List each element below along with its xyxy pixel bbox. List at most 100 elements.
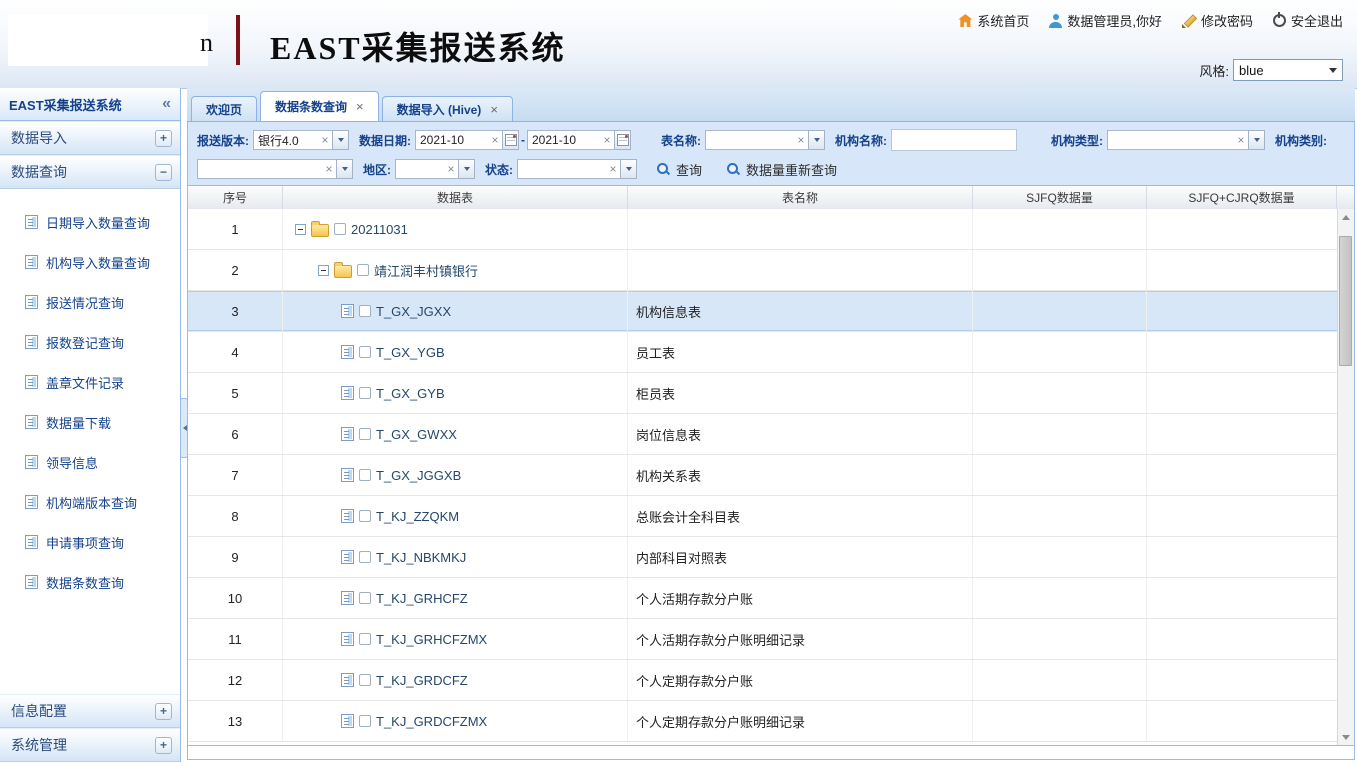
tab-welcome[interactable]: 欢迎页 xyxy=(191,96,257,121)
sidebar-item[interactable]: 机构导入数量查询 xyxy=(0,242,180,282)
sjfq-cell xyxy=(973,660,1147,700)
table-row[interactable]: 5T_GX_GYB柜员表 xyxy=(188,373,1337,414)
style-select-value: blue xyxy=(1239,63,1264,78)
clear-icon[interactable]: × xyxy=(318,134,332,146)
scroll-down-button[interactable] xyxy=(1338,729,1354,745)
collapse-node-icon[interactable] xyxy=(295,224,306,235)
expand-tool-icon[interactable]: + xyxy=(155,737,172,754)
org-category-combo[interactable]: × xyxy=(197,159,353,179)
clear-icon[interactable]: × xyxy=(488,134,502,146)
scroll-up-button[interactable] xyxy=(1338,209,1354,225)
calendar-trigger-icon[interactable] xyxy=(502,130,519,150)
clear-icon[interactable]: × xyxy=(600,134,614,146)
sidebar-item[interactable]: 盖章文件记录 xyxy=(0,362,180,402)
requery-data-volume-button[interactable]: 数据量重新查询 xyxy=(721,158,842,181)
table-row[interactable]: 9T_KJ_NBKMKJ内部科目对照表 xyxy=(188,537,1337,578)
table-row[interactable]: 7T_GX_JGGXB机构关系表 xyxy=(188,455,1337,496)
checkbox[interactable] xyxy=(359,469,371,481)
clear-icon[interactable]: × xyxy=(794,134,808,146)
date-from-field[interactable]: 2021-10 × xyxy=(415,130,519,150)
checkbox[interactable] xyxy=(359,633,371,645)
checkbox[interactable] xyxy=(359,305,371,317)
node-label: T_GX_JGGXB xyxy=(376,468,461,483)
date-to-field[interactable]: 2021-10 × xyxy=(527,130,631,150)
table-name-label: 表名称: xyxy=(661,132,701,149)
checkbox[interactable] xyxy=(359,674,371,686)
dropdown-trigger-icon[interactable] xyxy=(336,159,353,179)
expand-tool-icon[interactable]: + xyxy=(155,703,172,720)
report-version-combo[interactable]: 银行4.0 × xyxy=(253,130,349,150)
collapse-tool-icon[interactable]: − xyxy=(155,164,172,181)
sidebar-item[interactable]: 数据量下载 xyxy=(0,402,180,442)
checkbox[interactable] xyxy=(359,428,371,440)
sidebar-item[interactable]: 数据条数查询 xyxy=(0,562,180,602)
checkbox[interactable] xyxy=(357,264,369,276)
table-row[interactable]: 8T_KJ_ZZQKM总账会计全科目表 xyxy=(188,496,1337,537)
sidebar-section-system-admin[interactable]: 系统管理+ xyxy=(0,728,180,762)
clear-icon[interactable]: × xyxy=(606,163,620,175)
checkbox[interactable] xyxy=(359,715,371,727)
org-type-combo[interactable]: × xyxy=(1107,130,1265,150)
tree-node: T_GX_YGB xyxy=(283,345,445,360)
clear-icon[interactable]: × xyxy=(1234,134,1248,146)
org-name-input[interactable] xyxy=(891,129,1017,151)
table-row[interactable]: 13T_KJ_GRDCFZMX个人定期存款分户账明细记录 xyxy=(188,701,1337,742)
sidebar-item[interactable]: 报送情况查询 xyxy=(0,282,180,322)
clear-icon[interactable]: × xyxy=(322,163,336,175)
checkbox[interactable] xyxy=(359,592,371,604)
column-header-table[interactable]: 数据表 xyxy=(283,186,628,209)
sidebar-section-info-config[interactable]: 信息配置+ xyxy=(0,694,180,728)
dropdown-trigger-icon[interactable] xyxy=(620,159,637,179)
dropdown-trigger-icon[interactable] xyxy=(332,130,349,150)
table-row[interactable]: 3T_GX_JGXX机构信息表 xyxy=(188,291,1337,332)
table-row[interactable]: 6T_GX_GWXX岗位信息表 xyxy=(188,414,1337,455)
checkbox[interactable] xyxy=(334,223,346,235)
checkbox[interactable] xyxy=(359,387,371,399)
query-button[interactable]: 查询 xyxy=(651,158,707,181)
org-name-label: 机构名称: xyxy=(835,132,887,149)
status-combo[interactable]: × xyxy=(517,159,637,179)
column-header-name[interactable]: 表名称 xyxy=(628,186,973,209)
table-row[interactable]: 4T_GX_YGB员工表 xyxy=(188,332,1337,373)
table-row[interactable]: 12T_KJ_GRDCFZ个人定期存款分户账 xyxy=(188,660,1337,701)
sidebar-collapse-icon[interactable]: « xyxy=(162,96,171,112)
checkbox[interactable] xyxy=(359,510,371,522)
tab-data-count-query[interactable]: 数据条数查询× xyxy=(260,91,379,121)
close-icon[interactable]: × xyxy=(356,100,364,113)
nav-home[interactable]: 系统首页 xyxy=(958,11,1029,30)
table-row[interactable]: 10T_KJ_GRHCFZ个人活期存款分户账 xyxy=(188,578,1337,619)
sidebar-item[interactable]: 报数登记查询 xyxy=(0,322,180,362)
collapse-node-icon[interactable] xyxy=(318,265,329,276)
checkbox[interactable] xyxy=(359,551,371,563)
nav-logout[interactable]: 安全退出 xyxy=(1273,11,1343,30)
sidebar-section-data-query[interactable]: 数据查询− xyxy=(0,155,180,189)
calendar-trigger-icon[interactable] xyxy=(614,130,631,150)
table-name-combo[interactable]: × xyxy=(705,130,825,150)
sidebar-item[interactable]: 机构端版本查询 xyxy=(0,482,180,522)
dropdown-trigger-icon[interactable] xyxy=(1248,130,1265,150)
region-combo[interactable]: × xyxy=(395,159,475,179)
column-header-sjfq_cjrq[interactable]: SJFQ+CJRQ数据量 xyxy=(1147,186,1337,209)
dropdown-trigger-icon[interactable] xyxy=(458,159,475,179)
close-icon[interactable]: × xyxy=(490,103,498,116)
column-header-num[interactable]: 序号 xyxy=(188,186,283,209)
sidebar-item[interactable]: 申请事项查询 xyxy=(0,522,180,562)
style-select[interactable]: blue xyxy=(1233,59,1343,81)
nav-password[interactable]: 修改密码 xyxy=(1182,11,1253,30)
checkbox[interactable] xyxy=(359,346,371,358)
tab-data-import-hive[interactable]: 数据导入 (Hive)× xyxy=(382,96,513,121)
table-row[interactable]: 120211031 xyxy=(188,209,1337,250)
sidebar-item[interactable]: 日期导入数量查询 xyxy=(0,202,180,242)
column-header-sjfq[interactable]: SJFQ数据量 xyxy=(973,186,1147,209)
scrollbar-thumb[interactable] xyxy=(1339,236,1352,366)
expand-tool-icon[interactable]: + xyxy=(155,130,172,147)
sidebar-item[interactable]: 领导信息 xyxy=(0,442,180,482)
table-row[interactable]: 11T_KJ_GRHCFZMX个人活期存款分户账明细记录 xyxy=(188,619,1337,660)
search-icon xyxy=(726,162,740,176)
sidebar-section-data-import[interactable]: 数据导入+ xyxy=(0,121,180,155)
clear-icon[interactable]: × xyxy=(444,163,458,175)
vertical-scrollbar[interactable] xyxy=(1337,209,1354,745)
dropdown-trigger-icon[interactable] xyxy=(808,130,825,150)
table-row[interactable]: 2靖江润丰村镇银行 xyxy=(188,250,1337,291)
nav-user[interactable]: 数据管理员,你好 xyxy=(1049,11,1162,30)
